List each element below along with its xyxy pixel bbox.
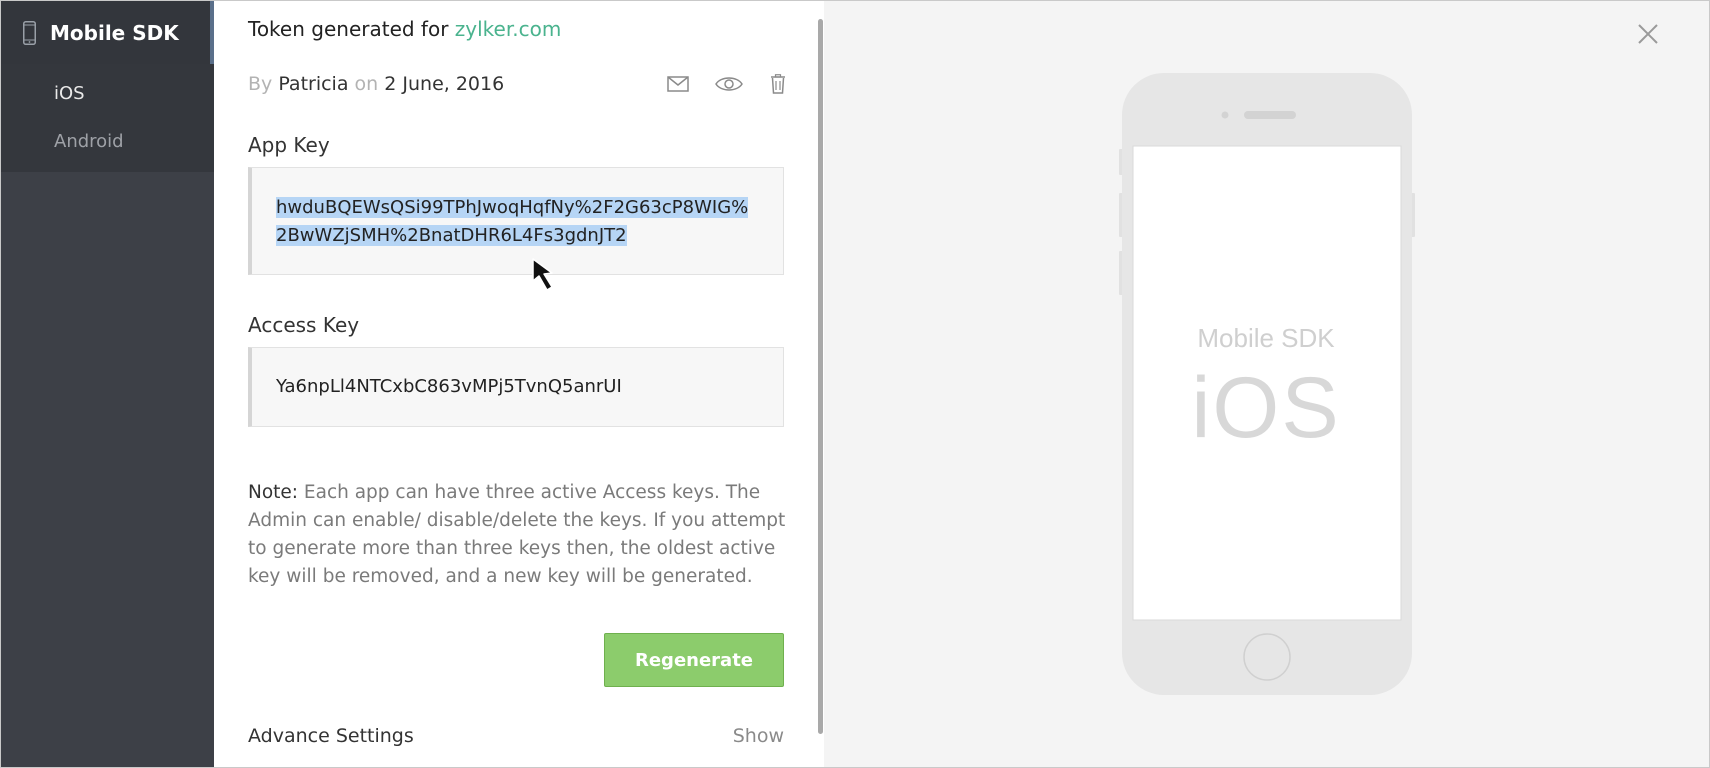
app-key-label: App Key [248,133,330,157]
token-heading-prefix: Token generated for [248,17,449,41]
on-label: on [354,73,379,95]
mouse-cursor-icon [532,258,553,291]
view-button[interactable] [714,73,744,95]
regenerate-button[interactable]: Regenerate [604,633,784,687]
access-key-label: Access Key [248,313,360,337]
app-window: Mobile SDK iOS Android Token generated f… [0,0,1710,768]
note-text: Note: Each app can have three active Acc… [248,479,788,591]
sidebar-item-android[interactable]: Android [1,118,214,166]
token-date: 2 June, 2016 [384,73,505,95]
close-icon[interactable] [1633,19,1663,49]
envelope-icon [667,76,689,92]
preview-platform: iOS [1191,360,1341,456]
show-advanced-link[interactable]: Show [733,725,784,747]
trash-icon [771,74,785,94]
sidebar-header[interactable]: Mobile SDK [1,1,214,64]
email-button[interactable] [666,73,690,95]
preview-title: Mobile SDK [1197,323,1335,353]
delete-button[interactable] [766,73,790,95]
advance-settings-label: Advance Settings [248,725,414,747]
eye-icon [715,77,743,91]
app-key-field[interactable]: hwduBQEWsQSi99TPhJwoqHqfNy%2F2G63cP8WIG%… [248,167,784,275]
token-heading: Token generated for zylker.com [248,17,561,41]
access-key-field[interactable]: Ya6npLl4NTCxbC863vMPj5TvnQ5anrUI [248,347,784,427]
note-body: Each app can have three active Access ke… [248,482,786,587]
token-panel: Token generated for zylker.com By Patric… [214,1,824,767]
mobile-phone-icon [23,20,36,45]
sidebar-nav: iOS Android [1,64,214,172]
sidebar: Mobile SDK iOS Android [1,1,214,767]
panel-scrollbar[interactable] [818,19,823,734]
note-label: Note: [248,482,299,503]
sidebar-title: Mobile SDK [50,20,179,45]
sidebar-item-ios[interactable]: iOS [1,70,214,118]
access-key-value[interactable]: Ya6npLl4NTCxbC863vMPj5TvnQ5anrUI [276,376,622,397]
by-label: By [248,73,273,95]
app-key-value[interactable]: hwduBQEWsQSi99TPhJwoqHqfNy%2F2G63cP8WIG%… [276,197,749,246]
author-name: Patricia [278,73,349,95]
token-domain-link[interactable]: zylker.com [455,17,562,41]
token-meta: By Patricia on 2 June, 2016 [248,73,504,95]
